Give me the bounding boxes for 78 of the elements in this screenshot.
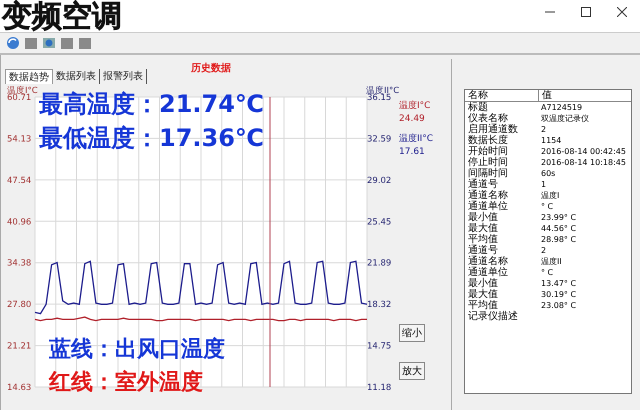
axis-tick: 36.15 [367,93,392,103]
table-cell-text: 通道名称 [467,256,509,267]
tab[interactable]: 数据趋势 [5,69,53,84]
table-cell-text: 平均值 [467,234,499,245]
axis-tick: 18.32 [367,300,392,310]
axis-tick: 40.96 [7,217,32,228]
axis-tick: 54.13 [7,134,32,144]
table-cell-text: 标题 [467,102,488,113]
annotation-text: 最高温度：21.74℃ [39,89,264,120]
axis-tick: 14.75 [367,342,392,352]
table-cell-text: 最大值 [467,289,499,300]
readout-label: 温度I°C [399,100,432,112]
legend-note: 蓝线：出风口温度 [49,336,225,364]
maximize-icon [581,7,591,17]
tab[interactable]: 数据列表 [53,69,100,84]
table-cell-text: 通道名称 [467,190,509,201]
column-header: 值 [541,90,552,101]
axis-tick: 29.02 [367,176,392,186]
table-cell-text: 最大值 [467,223,499,234]
table-cell-text: 2016-08-14 00:42:45 [540,146,626,157]
zoom-button[interactable]: 放大 [399,362,425,380]
table-cell-text: 1 [540,179,546,190]
axis-tick: 60.71 [7,93,32,103]
table-cell-text: 停止时间 [467,157,509,168]
square-icon[interactable] [24,36,38,50]
table-cell-text: ° C [540,267,554,278]
table-cell-text: 28.98° C [540,234,576,245]
table-cell-text: 2016-08-14 10:18:45 [540,157,626,168]
square-icon[interactable] [60,36,74,50]
table-cell-text: 通道号 [467,245,499,256]
table-cell-text: ° C [540,201,554,212]
table-cell-text: 通道单位 [467,267,509,278]
axis-tick: 11.18 [367,383,392,393]
axis-tick: 32.59 [367,134,392,144]
table-cell-text: 温度II [540,256,562,267]
table-cell-text: 间隔时间 [467,168,509,179]
table-cell-text: 开始时间 [467,146,509,157]
readout-value: 24.49 [399,114,426,124]
table-cell-text: 60s [540,168,556,179]
annotation-text: 最低温度：17.36℃ [39,123,264,154]
refresh-icon[interactable] [6,36,20,50]
close-icon [617,7,627,17]
table-cell-text: 仪表名称 [467,113,509,124]
table-cell-text: 23.99° C [540,212,576,223]
axis-tick: 27.80 [7,300,32,310]
legend-note: 红线：室外温度 [49,368,204,397]
axis-tick: 34.38 [7,258,32,269]
axis-tick: 25.45 [367,217,392,228]
tab[interactable]: 报警列表 [100,69,147,84]
table-cell-text: 记录仪描述 [467,311,519,322]
table-cell-text: 最小值 [467,212,499,223]
table-cell-text: 23.08° C [540,300,576,311]
table-cell-text: 2 [540,245,546,256]
table-cell-text: 30.19° C [540,289,576,300]
table-cell-text: 数据长度 [467,135,509,146]
table-cell-text: 13.47° C [540,278,576,289]
table-cell-text: 通道号 [467,179,499,190]
overlay-title: 变频空调 [2,0,122,34]
table-cell-text: 2 [540,124,546,135]
zoom-button[interactable]: 缩小 [399,324,425,342]
axis-tick: 21.21 [7,342,32,352]
table-cell-text: A7124519 [540,102,582,113]
axis-tick: 21.89 [367,258,392,269]
panel-title: 历史数据 [191,62,231,75]
readout-value: 17.61 [399,147,426,157]
table-cell-text: 启用通道数 [467,124,519,135]
table-cell-text: 1154 [540,135,562,146]
table-cell-text: 44.56° C [540,223,576,234]
axis-tick: 47.54 [7,176,32,186]
column-header: 名称 [465,90,539,101]
table-cell-text: 双温度记录仪 [540,113,589,124]
table-cell-text: 温度I [540,190,560,201]
table-cell-text: 最小值 [467,278,499,289]
readout-label: 温度II°C [399,132,434,145]
square-icon[interactable] [78,36,92,50]
table-cell-text: 平均值 [467,300,498,311]
axis-tick: 14.63 [7,383,32,393]
table-cell-text: 通道单位 [467,201,509,212]
